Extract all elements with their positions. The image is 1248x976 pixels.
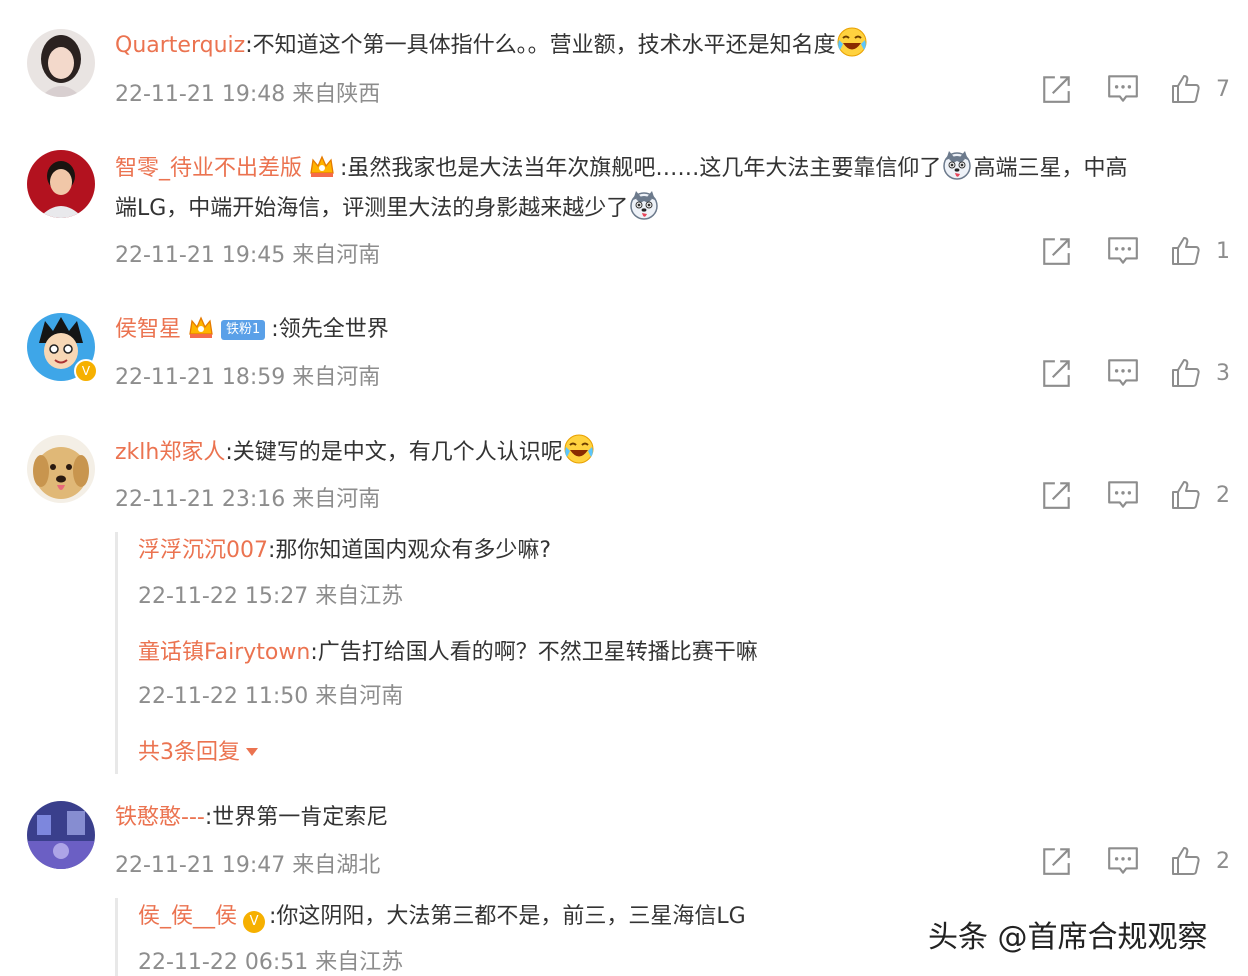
reply-button[interactable] <box>1106 477 1140 513</box>
comment-text: :不知道这个第一具体指什么。。营业额，技术水平还是知名度 <box>245 33 836 58</box>
reply-button[interactable] <box>1106 233 1140 269</box>
comment-text: :虽然我家也是大法当年次旗舰吧……这几年大法主要靠信仰了 <box>340 156 942 181</box>
share-button[interactable] <box>1040 843 1074 879</box>
reply-button[interactable] <box>1106 355 1140 391</box>
username-link[interactable]: zklh郑家人 <box>115 440 225 465</box>
reply-content: 侯_侯__侯 V:你这阴阳，大法第三都不是，前三，三星海信LG <box>138 898 746 933</box>
thumbs-up-icon <box>1170 357 1202 389</box>
username-link[interactable]: 铁憨憨--- <box>115 805 205 830</box>
like-count: 3 <box>1216 360 1230 386</box>
avatar[interactable] <box>27 150 95 218</box>
comment-content: 智零_待业不出差版 :虽然我家也是大法当年次旗舰吧……这几年大法主要靠信仰了 高端三… <box>115 149 1127 188</box>
more-replies-label: 共3条回复 <box>138 740 240 765</box>
username-link[interactable]: 浮浮沉沉007 <box>138 538 268 563</box>
share-button[interactable] <box>1040 233 1074 269</box>
comment-text: :领先全世界 <box>271 317 389 342</box>
comment-content: 端LG，中端开始海信，评测里大法的身影越来越少了 <box>115 189 660 228</box>
reply-text: :你这阴阳，大法第三都不是，前三，三星海信LG <box>269 904 746 929</box>
comment-icon <box>1106 356 1140 390</box>
like-button[interactable]: 7 <box>1170 71 1230 107</box>
share-icon <box>1040 356 1074 390</box>
comment-text: :关键写的是中文，有几个人认识呢 <box>225 440 563 465</box>
reply-button[interactable] <box>1106 71 1140 107</box>
reply-meta: 22-11-22 15:27 来自江苏 <box>138 584 404 609</box>
comment-actions: 1 <box>1040 233 1240 269</box>
like-count: 2 <box>1216 848 1230 874</box>
verified-badge-icon: V <box>243 911 266 933</box>
username-link[interactable]: Quarterquiz <box>115 33 245 58</box>
reply-text: :那你知道国内观众有多少嘛? <box>268 538 552 563</box>
comment-icon <box>1106 478 1140 512</box>
verified-badge-icon: V <box>74 359 98 383</box>
avatar[interactable] <box>27 29 95 97</box>
share-icon <box>1040 844 1074 878</box>
share-button[interactable] <box>1040 477 1074 513</box>
avatar[interactable] <box>27 435 95 503</box>
username-link[interactable]: 侯智星 <box>115 317 181 342</box>
share-button[interactable] <box>1040 71 1074 107</box>
reply-content: 童话镇Fairytown:广告打给国人看的啊？不然卫星转播比赛干嘛 <box>138 634 758 666</box>
comment-meta: 22-11-21 19:45 来自河南 <box>115 243 381 268</box>
like-button[interactable]: 3 <box>1170 355 1230 391</box>
comment-actions: 3 <box>1040 355 1240 391</box>
reply-content: 浮浮沉沉007:那你知道国内观众有多少嘛? <box>138 532 551 564</box>
thumbs-up-icon <box>1170 845 1202 877</box>
comment-icon <box>1106 72 1140 106</box>
comment-text: 端LG，中端开始海信，评测里大法的身影越来越少了 <box>115 196 629 221</box>
comment-meta: 22-11-21 19:48 来自陕西 <box>115 82 381 107</box>
comment-text: 高端三星，中高 <box>973 156 1128 181</box>
reply-meta: 22-11-22 11:50 来自河南 <box>138 684 404 709</box>
fan-level-badge: 铁粉1 <box>221 320 266 340</box>
share-icon <box>1040 72 1074 106</box>
username-link[interactable]: 侯_侯__侯 <box>138 904 237 929</box>
comment-actions: 7 <box>1040 71 1240 107</box>
comment-meta: 22-11-21 19:47 来自湖北 <box>115 853 381 878</box>
like-count: 7 <box>1216 76 1230 102</box>
username-link[interactable]: 童话镇Fairytown <box>138 640 310 665</box>
thumbs-up-icon <box>1170 73 1202 105</box>
avatar[interactable] <box>27 801 95 869</box>
reply-thread: 浮浮沉沉007:那你知道国内观众有多少嘛? 22-11-22 15:27 来自江… <box>115 532 1218 774</box>
comment-meta: 22-11-21 23:16 来自河南 <box>115 487 381 512</box>
laugh-cry-emoji-icon <box>563 433 595 465</box>
like-count: 1 <box>1216 238 1230 264</box>
share-button[interactable] <box>1040 355 1074 391</box>
like-button[interactable]: 2 <box>1170 477 1230 513</box>
reply-button[interactable] <box>1106 843 1140 879</box>
caret-down-icon <box>246 748 258 756</box>
comment-text: :世界第一肯定索尼 <box>204 805 389 830</box>
thumbs-up-icon <box>1170 235 1202 267</box>
like-button[interactable]: 1 <box>1170 233 1230 269</box>
reply-text: :广告打给国人看的啊？不然卫星转播比赛干嘛 <box>310 640 758 665</box>
share-icon <box>1040 234 1074 268</box>
comment-icon <box>1106 844 1140 878</box>
comment-content: 侯智星 铁粉1:领先全世界 <box>115 311 389 349</box>
comment-content: 铁憨憨---:世界第一肯定索尼 <box>115 799 388 837</box>
comment-actions: 2 <box>1040 843 1240 879</box>
watermark: 头条 @首席合规观察 <box>928 920 1208 955</box>
laugh-cry-emoji-icon <box>836 26 868 58</box>
more-replies-link[interactable]: 共3条回复 <box>138 734 259 766</box>
husky-emoji-icon <box>941 149 973 181</box>
comment-content: zklh郑家人:关键写的是中文，有几个人认识呢 <box>115 433 595 472</box>
crown-badge-icon <box>189 316 213 338</box>
comment-content: Quarterquiz:不知道这个第一具体指什么。。营业额，技术水平还是知名度 <box>115 26 868 65</box>
comment-meta: 22-11-21 18:59 来自河南 <box>115 365 381 390</box>
thumbs-up-icon <box>1170 479 1202 511</box>
comment-actions: 2 <box>1040 477 1240 513</box>
husky-emoji-icon <box>628 189 660 221</box>
comment-icon <box>1106 234 1140 268</box>
like-button[interactable]: 2 <box>1170 843 1230 879</box>
reply-meta: 22-11-22 06:51 来自江苏 <box>138 950 404 975</box>
crown-badge-icon <box>310 155 334 177</box>
like-count: 2 <box>1216 482 1230 508</box>
username-link[interactable]: 智零_待业不出差版 <box>115 156 302 181</box>
share-icon <box>1040 478 1074 512</box>
